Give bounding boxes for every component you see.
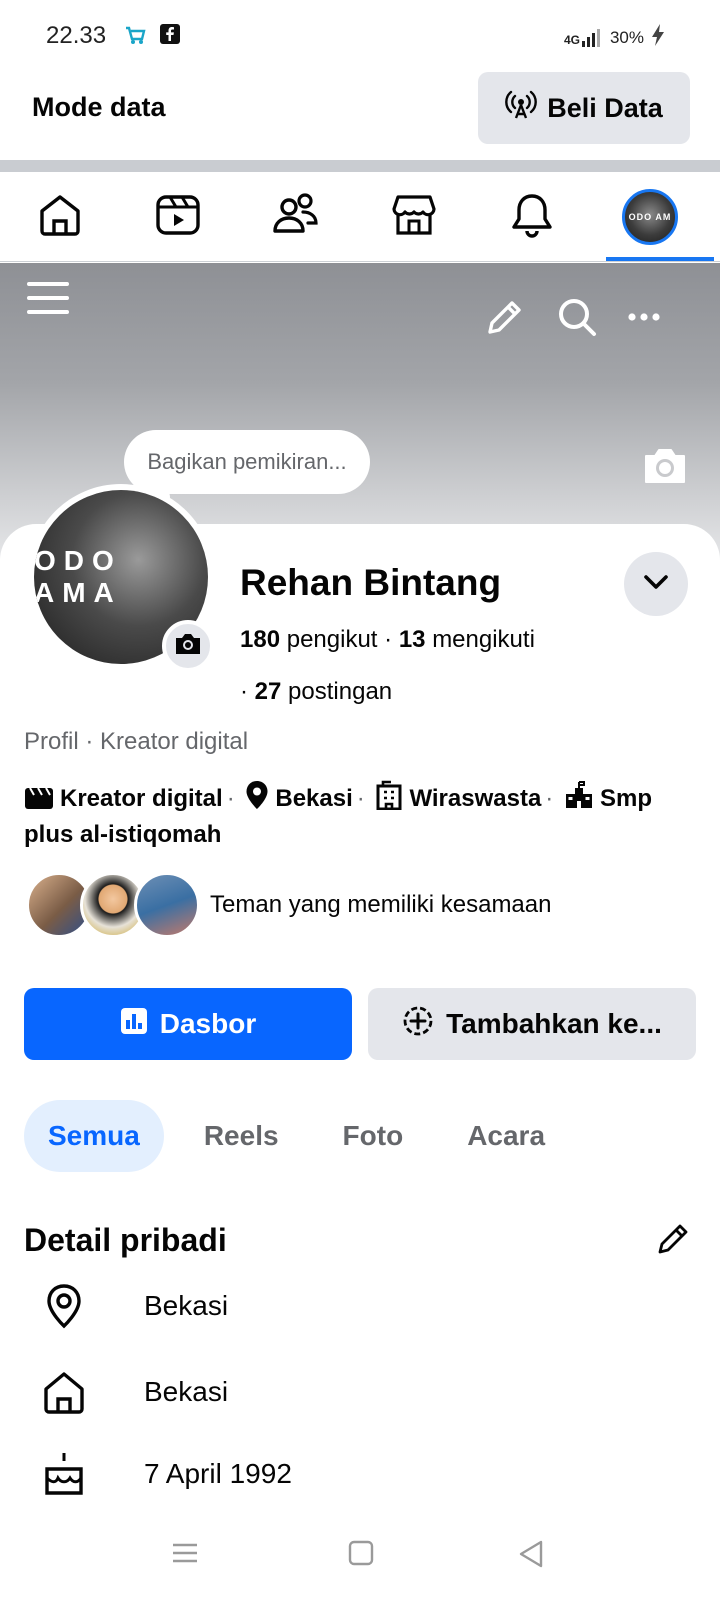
dashboard-button[interactable]: Dasbor xyxy=(24,988,352,1060)
info-dot: · xyxy=(356,785,365,812)
tab-reels[interactable]: Reels xyxy=(180,1100,303,1172)
home-icon xyxy=(36,191,84,244)
thought-placeholder: Bagikan pemikiran... xyxy=(147,449,347,474)
top-navigation: ODO AM xyxy=(0,172,720,262)
nav-friends[interactable] xyxy=(236,172,356,262)
stats-separator: · xyxy=(384,626,399,653)
add-to-story-button[interactable]: Tambahkan ke... xyxy=(368,988,696,1060)
info-dot: · xyxy=(226,785,235,812)
menu-icon[interactable] xyxy=(26,276,70,325)
following-count: 13 xyxy=(398,626,426,653)
charging-icon xyxy=(652,24,664,51)
separator-band xyxy=(0,160,720,172)
tab-events[interactable]: Acara xyxy=(443,1100,569,1172)
profile-type: Profil · Kreator digital xyxy=(24,728,249,755)
info-location: Bekasi xyxy=(275,785,353,812)
tab-photos[interactable]: Foto xyxy=(319,1100,428,1172)
stats-separator: · xyxy=(240,678,255,705)
network-type: 4G xyxy=(563,32,580,47)
pin-icon xyxy=(40,1283,88,1329)
home-icon xyxy=(40,1369,88,1415)
home-button-icon[interactable] xyxy=(348,1540,374,1571)
posts-stats[interactable]: · 27 postingan xyxy=(240,678,392,706)
followers-count: 180 xyxy=(240,626,281,653)
facebook-app-icon xyxy=(160,24,182,46)
edit-pencil-icon[interactable] xyxy=(484,298,524,343)
marketplace-icon xyxy=(390,191,438,244)
dashboard-label: Dasbor xyxy=(159,1008,257,1039)
chevron-down-icon xyxy=(643,574,669,595)
detail-row-current-city: Bekasi xyxy=(40,1276,680,1336)
thought-bubble[interactable]: Bagikan pemikiran... xyxy=(124,430,370,494)
camera-icon xyxy=(174,632,202,661)
info-work: Wiraswasta xyxy=(409,785,542,812)
personal-details-title: Detail pribadi xyxy=(24,1222,227,1258)
info-category: Kreator digital xyxy=(60,785,223,812)
school-icon xyxy=(564,780,594,819)
following-label: mengikuti xyxy=(432,626,535,653)
tab-all[interactable]: Semua xyxy=(24,1100,164,1172)
profile-tabs: Semua Reels Foto Acara xyxy=(24,1100,585,1172)
profile-dropdown-button[interactable] xyxy=(624,552,688,616)
detail-text: Bekasi xyxy=(144,1290,229,1321)
mutual-friend-avatar xyxy=(134,872,200,938)
detail-text: Bekasi xyxy=(144,1376,229,1407)
profile-name: Rehan Bintang xyxy=(240,562,502,603)
search-icon[interactable] xyxy=(556,296,598,343)
cart-app-icon xyxy=(124,24,146,46)
status-bar: 22.33 4G 30% xyxy=(0,0,720,72)
video-icon xyxy=(154,191,202,244)
clapperboard-icon xyxy=(24,784,54,819)
battery-text: 30% xyxy=(609,27,644,47)
bar-chart-icon xyxy=(120,1007,148,1042)
edit-details-icon[interactable] xyxy=(656,1220,692,1261)
detail-text: 7 April 1992 xyxy=(144,1458,292,1489)
status-time: 22.33 xyxy=(46,22,107,49)
status-indicators: 4G 30% xyxy=(564,24,664,51)
building-icon xyxy=(375,780,403,819)
nav-marketplace[interactable] xyxy=(354,172,474,262)
nav-notifications[interactable] xyxy=(472,172,592,262)
friends-icon xyxy=(271,191,321,244)
location-pin-icon xyxy=(245,780,269,819)
add-to-story-label: Tambahkan ke... xyxy=(446,1008,662,1039)
recents-icon[interactable] xyxy=(172,1540,198,1571)
data-mode-title: Mode data xyxy=(32,92,166,122)
detail-row-hometown: Bekasi xyxy=(40,1362,680,1422)
mutual-friends[interactable]: Teman yang memiliki kesamaan xyxy=(26,872,551,938)
more-options-icon[interactable] xyxy=(626,310,662,328)
profile-camera-button[interactable] xyxy=(162,620,214,672)
profile-picture-text: ODO AMA xyxy=(34,545,122,608)
mutual-friends-text: Teman yang memiliki kesamaan xyxy=(210,891,552,918)
nav-home[interactable] xyxy=(0,172,120,262)
cake-icon xyxy=(40,1451,88,1497)
nav-profile[interactable]: ODO AM xyxy=(590,172,710,262)
data-mode-bar: Mode data Beli Data xyxy=(0,72,720,160)
nav-video[interactable] xyxy=(118,172,238,262)
detail-row-birthday: 7 April 1992 xyxy=(40,1448,680,1500)
buy-data-label: Beli Data xyxy=(547,92,663,123)
posts-label: postingan xyxy=(288,678,393,705)
bell-icon xyxy=(508,191,556,244)
profile-avatar: ODO AM xyxy=(622,189,678,245)
android-navigation-bar xyxy=(0,1512,720,1600)
info-dot: · xyxy=(545,785,554,812)
broadcast-icon xyxy=(505,89,538,128)
posts-count: 27 xyxy=(254,678,282,705)
followers-label: pengikut xyxy=(286,626,378,653)
buy-data-button[interactable]: Beli Data xyxy=(478,72,690,144)
profile-info-line: Kreator digital · Bekasi · Wiraswasta · Smp… xyxy=(24,780,704,851)
follow-stats[interactable]: 180 pengikut · 13 mengikuti xyxy=(240,626,535,654)
back-icon[interactable] xyxy=(518,1540,544,1573)
signal-icon: 4G xyxy=(563,28,602,47)
cover-camera-icon[interactable] xyxy=(642,446,688,491)
active-tab-indicator xyxy=(606,257,714,261)
add-circle-icon xyxy=(402,1005,434,1044)
nav-avatar-text: ODO AM xyxy=(628,212,672,222)
